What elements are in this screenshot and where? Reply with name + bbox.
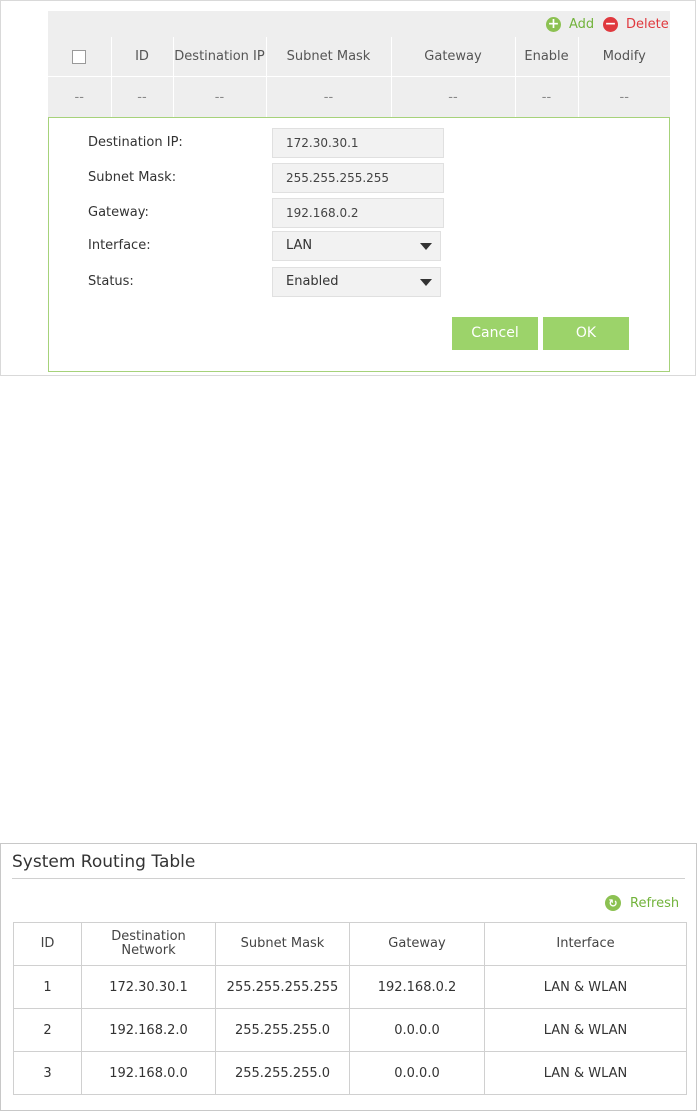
table-cell: -- — [514, 76, 578, 117]
gateway-cell: 0.0.0.0 — [349, 1008, 485, 1052]
destination-ip-row: Destination IP: 172.30.30.1 — [49, 128, 669, 158]
column-header-interface: Interface — [484, 922, 687, 966]
ok-button[interactable]: OK — [543, 317, 629, 350]
status-select[interactable]: Enabled — [272, 267, 441, 297]
interface-selected-value: LAN — [286, 238, 313, 253]
interface-label: Interface: — [88, 238, 151, 253]
minus-circle-icon: − — [603, 15, 618, 32]
route-id-cell: 3 — [13, 1051, 82, 1095]
column-header-subnet-mask: Subnet Mask — [265, 37, 391, 77]
subnet-mask-input[interactable]: 255.255.255.255 — [272, 163, 444, 193]
system-routing-table: ID Destination Network Subnet Mask Gatew… — [13, 922, 687, 1095]
column-header-enable: Enable — [514, 37, 578, 77]
gateway-label: Gateway: — [88, 205, 149, 220]
table-row: 3 192.168.0.0 255.255.255.0 0.0.0.0 LAN … — [13, 1051, 687, 1095]
delete-button[interactable]: − Delete — [603, 11, 669, 37]
refresh-button[interactable]: ↻ Refresh — [605, 894, 679, 912]
gateway-cell: 0.0.0.0 — [349, 1051, 485, 1095]
interface-cell: LAN & WLAN — [484, 965, 687, 1009]
route-edit-form: Destination IP: 172.30.30.1 Subnet Mask:… — [48, 117, 670, 372]
add-button[interactable]: + Add — [546, 11, 594, 37]
interface-cell: LAN & WLAN — [484, 1051, 687, 1095]
table-cell: -- — [577, 76, 670, 117]
destination-network-cell: 172.30.30.1 — [81, 965, 216, 1009]
subnet-mask-cell: 255.255.255.0 — [215, 1051, 350, 1095]
route-id-cell: 1 — [13, 965, 82, 1009]
status-row: Status: Enabled — [49, 267, 669, 297]
section-title: System Routing Table — [12, 852, 196, 872]
system-routing-panel: System Routing Table ↻ Refresh ID Destin… — [0, 843, 697, 1111]
plus-circle-icon: + — [546, 15, 561, 32]
table-cell: -- — [390, 76, 515, 117]
interface-cell: LAN & WLAN — [484, 1008, 687, 1052]
refresh-icon: ↻ — [605, 895, 621, 911]
select-all-checkbox[interactable] — [72, 49, 87, 64]
table-row: 2 192.168.2.0 255.255.255.0 0.0.0.0 LAN … — [13, 1008, 687, 1052]
column-header-destination-network: Destination Network — [81, 922, 216, 966]
table-cell: -- — [110, 76, 173, 117]
subnet-mask-label: Subnet Mask: — [88, 170, 177, 185]
column-header-id: ID — [110, 37, 173, 77]
refresh-label: Refresh — [630, 895, 680, 911]
table-cell: -- — [48, 76, 111, 117]
static-routing-panel: + Add − Delete ID Destination IP Subnet … — [0, 0, 696, 376]
routing-toolbar: + Add − Delete — [48, 11, 670, 37]
route-id-cell: 2 — [13, 1008, 82, 1052]
gateway-row: Gateway: 192.168.0.2 — [49, 198, 669, 228]
status-selected-value: Enabled — [286, 274, 339, 289]
delete-label: Delete — [626, 16, 669, 32]
interface-select[interactable]: LAN — [272, 231, 441, 261]
gateway-cell: 192.168.0.2 — [349, 965, 485, 1009]
table-header-row: ID Destination Network Subnet Mask Gatew… — [13, 922, 687, 966]
add-label: Add — [569, 16, 595, 32]
divider — [12, 878, 685, 879]
chevron-down-icon — [420, 279, 432, 286]
column-header-subnet-mask: Subnet Mask — [215, 922, 350, 966]
table-cell: -- — [265, 76, 391, 117]
destination-network-cell: 192.168.2.0 — [81, 1008, 216, 1052]
destination-ip-label: Destination IP: — [88, 135, 183, 150]
column-header-modify: Modify — [577, 37, 670, 77]
subnet-mask-cell: 255.255.255.255 — [215, 965, 350, 1009]
gateway-input[interactable]: 192.168.0.2 — [272, 198, 444, 228]
select-all-cell — [48, 37, 111, 77]
table-row: 1 172.30.30.1 255.255.255.255 192.168.0.… — [13, 965, 687, 1009]
column-header-gateway: Gateway — [390, 37, 515, 77]
table-row: -- -- -- -- -- -- -- — [48, 76, 670, 117]
table-cell: -- — [172, 76, 266, 117]
table-header-row: ID Destination IP Subnet Mask Gateway En… — [48, 37, 670, 77]
destination-network-cell: 192.168.0.0 — [81, 1051, 216, 1095]
interface-row: Interface: LAN — [49, 231, 669, 261]
cancel-button[interactable]: Cancel — [452, 317, 538, 350]
static-routes-table: ID Destination IP Subnet Mask Gateway En… — [48, 37, 670, 117]
column-header-destination-ip: Destination IP — [172, 37, 266, 77]
status-label: Status: — [88, 274, 134, 289]
chevron-down-icon — [420, 243, 432, 250]
destination-ip-input[interactable]: 172.30.30.1 — [272, 128, 444, 158]
subnet-mask-row: Subnet Mask: 255.255.255.255 — [49, 163, 669, 193]
subnet-mask-cell: 255.255.255.0 — [215, 1008, 350, 1052]
column-header-id: ID — [13, 922, 82, 966]
column-header-gateway: Gateway — [349, 922, 485, 966]
